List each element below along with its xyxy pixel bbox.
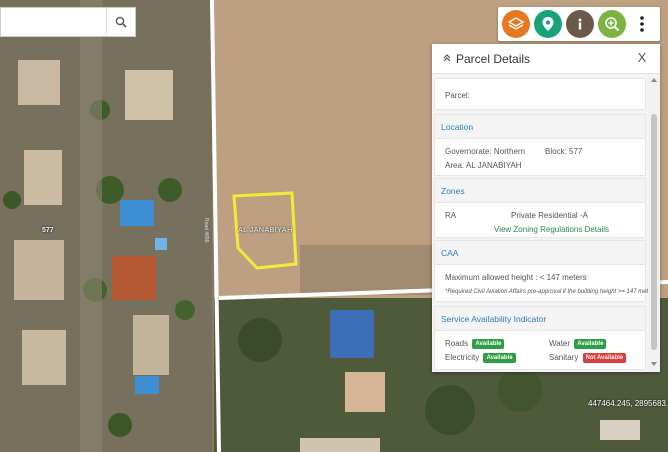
location-button[interactable] (534, 10, 562, 38)
caa-note: *Required Civil Aviation Affairs pre-app… (445, 289, 657, 295)
road-label: Road 4655 (203, 218, 209, 243)
coordinate-readout: 447464.245, 2895683.657 (588, 399, 668, 408)
zones-heading: Zones (435, 179, 645, 203)
map-toolbar (498, 7, 660, 41)
more-vertical-icon (640, 16, 644, 32)
zoom-plus-icon (605, 17, 620, 32)
area-text: Area: AL JANABIYAH (445, 161, 522, 170)
search-input[interactable] (1, 8, 109, 36)
panel-scrollbar[interactable] (648, 74, 660, 372)
service-label: Electricity (445, 353, 480, 363)
search-button[interactable] (106, 8, 135, 36)
panel-header: Parcel Details X (432, 44, 660, 74)
service-label: Sanitary (549, 353, 579, 363)
service-status-badge: Available (574, 339, 607, 349)
service-heading: Service Availability Indicator (435, 307, 645, 331)
scroll-up-arrow-icon[interactable] (651, 78, 657, 82)
layers-icon (507, 17, 525, 30)
service-item: Electricity Available (445, 353, 516, 363)
location-heading: Location (435, 115, 645, 139)
service-status-badge: Not Available (582, 353, 627, 363)
block-text: Block: 577 (545, 147, 583, 156)
service-status-badge: Available (472, 339, 505, 349)
collapse-chevron-icon[interactable] (443, 54, 451, 62)
zoning-regulations-link[interactable]: View Zoning Regulations Details (494, 225, 609, 234)
service-status-badge: Available (483, 353, 516, 363)
zones-section: Zones RA Private Residential -A View Zon… (434, 178, 646, 238)
location-section: Location Governorate: Northern Block: 57… (434, 114, 646, 176)
more-menu-button[interactable] (628, 10, 656, 38)
parcel-details-panel: Parcel Details X Parcel: Location Govern… (432, 44, 660, 372)
zone-code: RA (445, 211, 457, 220)
parcel-section: Parcel: (434, 78, 646, 110)
zoom-button[interactable] (598, 10, 626, 38)
max-height-text: Maximum allowed height : < 147 meters (445, 273, 587, 282)
panel-title: Parcel Details (456, 52, 531, 66)
caa-heading: CAA (435, 241, 645, 265)
info-icon (578, 18, 582, 30)
caa-section: CAA Maximum allowed height : < 147 meter… (434, 240, 657, 302)
location-pin-icon (542, 17, 554, 31)
zone-description: Private Residential -A (511, 211, 588, 220)
info-button[interactable] (566, 10, 594, 38)
service-label: Roads (445, 339, 469, 349)
parcel-label-text: Parcel: (445, 91, 470, 100)
search-box (0, 7, 136, 37)
governorate-text: Governorate: Northern (445, 147, 526, 156)
service-item: Sanitary Not Available (549, 353, 627, 363)
service-label: Water (549, 339, 571, 349)
close-button[interactable]: X (634, 50, 650, 66)
layers-button[interactable] (502, 10, 530, 38)
service-item: Water Available (549, 339, 607, 349)
block-label: 577 (42, 227, 54, 234)
panel-body: Parcel: Location Governorate: Northern B… (432, 74, 657, 372)
service-item: Roads Available (445, 339, 505, 349)
search-icon (115, 16, 127, 28)
service-section: Service Availability Indicator Roads Ava… (434, 306, 646, 370)
scroll-down-arrow-icon[interactable] (651, 362, 657, 366)
scroll-thumb[interactable] (651, 114, 657, 350)
parcel-label: AL JANABIYAH (238, 227, 293, 234)
